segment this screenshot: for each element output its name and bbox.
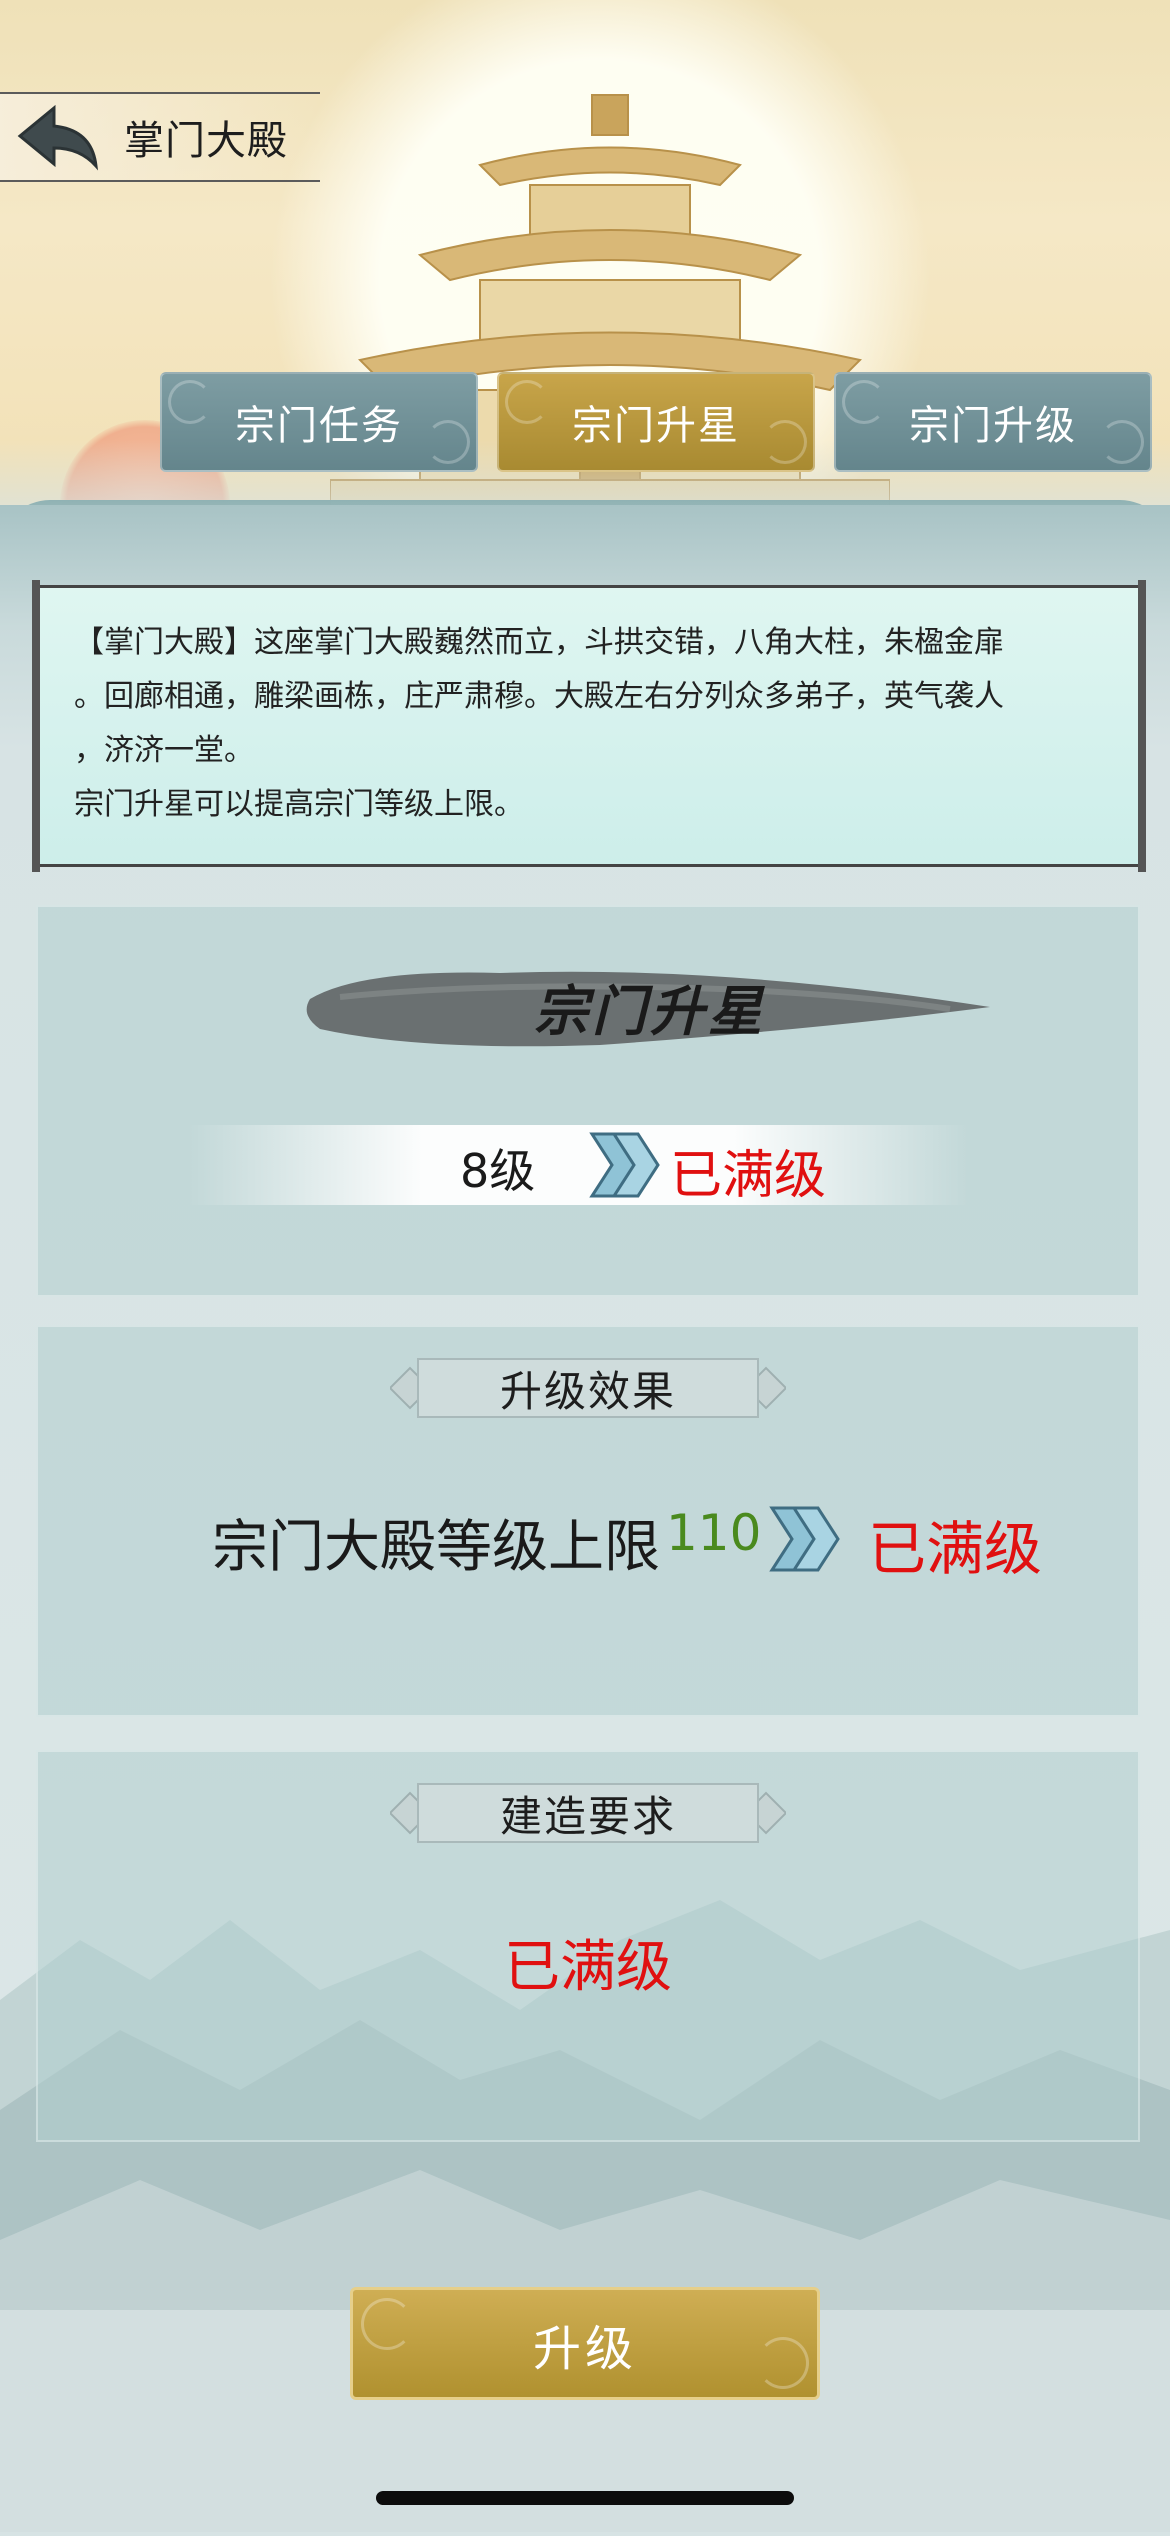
home-indicator[interactable]: [376, 2491, 794, 2505]
tab-bar: 宗门任务 宗门升星 宗门升级: [160, 372, 1152, 474]
header-bar: 掌门大殿: [0, 92, 320, 182]
next-level: 已满级: [670, 1146, 827, 1206]
cloud-swirl-icon: [763, 420, 807, 464]
effect-heading: 升级效果: [499, 1366, 676, 1416]
upgrade-effect-card: 升级效果 宗门大殿等级上限 110 已满级: [36, 1325, 1140, 1717]
double-chevron-right-icon: [769, 1506, 840, 1572]
star-level-card: 宗门升星 8级 已满级: [36, 905, 1140, 1297]
description-line: ，济济一堂。: [74, 733, 254, 768]
tab-sect-upgrade[interactable]: 宗门升级: [834, 372, 1152, 472]
brush-title-banner: 宗门升星: [300, 959, 1000, 1054]
cloud-swirl-icon: [757, 2337, 809, 2389]
hero-background: [0, 0, 1170, 560]
page-title: 掌门大殿: [124, 118, 288, 164]
tab-label: 宗门升星: [572, 403, 740, 449]
tab-label: 宗门任务: [235, 403, 403, 449]
cloud-swirl-icon: [361, 2298, 413, 2350]
tab-sect-tasks[interactable]: 宗门任务: [160, 372, 478, 472]
description-line: 【掌门大殿】这座掌门大殿巍然而立，斗拱交错，八角大柱，朱楹金扉: [74, 625, 1004, 660]
effect-label: 宗门大殿等级上限: [212, 1515, 660, 1580]
description-text: 【掌门大殿】这座掌门大殿巍然而立，斗拱交错，八角大柱，朱楹金扉 。回廊相通，雕梁…: [74, 616, 1114, 832]
cloud-swirl-icon: [1100, 420, 1144, 464]
back-arrow-icon[interactable]: [14, 102, 102, 172]
cloud-swirl-icon: [168, 380, 212, 424]
cloud-swirl-icon: [842, 380, 886, 424]
current-level: 8级: [460, 1144, 536, 1198]
requirement-heading: 建造要求: [499, 1791, 676, 1841]
description-scroll: 【掌门大殿】这座掌门大殿巍然而立，斗拱交错，八角大柱，朱楹金扉 。回廊相通，雕梁…: [32, 580, 1146, 872]
requirement-status: 已满级: [504, 1935, 672, 2000]
tab-sect-star[interactable]: 宗门升星: [497, 372, 815, 472]
description-line: 宗门升星可以提高宗门等级上限。: [74, 787, 524, 822]
section-heading: 升级效果: [390, 1353, 786, 1423]
effect-row: 宗门大殿等级上限 110 已满级: [38, 1492, 1138, 1583]
section-heading: 建造要求: [390, 1778, 786, 1848]
effect-current-value: 110: [666, 1504, 762, 1562]
level-row: 8级 已满级: [188, 1125, 968, 1206]
build-requirement-card: 建造要求 已满级: [36, 1750, 1140, 2142]
upgrade-button-label: 升级: [532, 2320, 637, 2377]
upgrade-button[interactable]: 升级: [350, 2287, 820, 2400]
tab-label: 宗门升级: [909, 403, 1077, 449]
effect-next-value: 已满级: [868, 1515, 1043, 1583]
cloud-swirl-icon: [426, 420, 470, 464]
star-card-title: 宗门升星: [534, 979, 766, 1043]
description-line: 。回廊相通，雕梁画栋，庄严肃穆。大殿左右分列众多弟子，英气袭人: [74, 679, 1004, 714]
cloud-swirl-icon: [505, 380, 549, 424]
double-chevron-right-icon: [589, 1132, 660, 1198]
